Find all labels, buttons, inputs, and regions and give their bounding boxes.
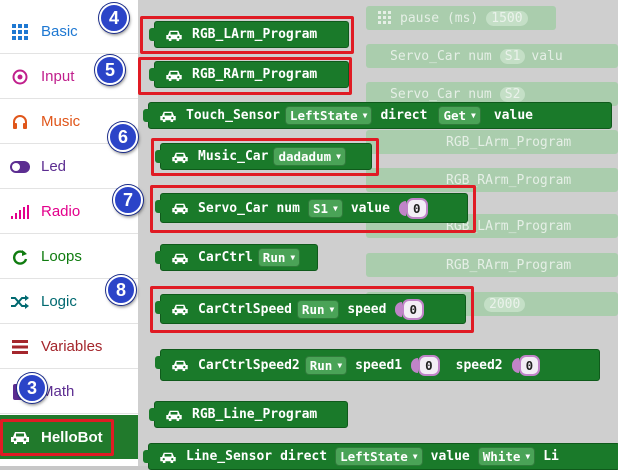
line-color-dropdown[interactable]: White ▼ bbox=[477, 447, 536, 466]
carctrlspeed2-mode-dropdown[interactable]: Run ▼ bbox=[304, 355, 348, 375]
highlight-hellobot bbox=[0, 419, 114, 456]
socket-notch bbox=[411, 357, 419, 373]
category-label: Input bbox=[41, 68, 75, 85]
dropdown-arrow-icon: ▼ bbox=[412, 452, 418, 461]
dropdown-value: Get bbox=[443, 108, 467, 123]
touch-state-dropdown[interactable]: LeftState ▼ bbox=[284, 106, 373, 125]
block-label: Touch_Sensor bbox=[186, 108, 280, 123]
block-keyword: direct bbox=[380, 108, 428, 123]
number-input[interactable]: 0 bbox=[518, 354, 541, 376]
car-icon bbox=[172, 253, 188, 264]
highlight-music-car bbox=[151, 138, 379, 176]
carctrl-mode-dropdown[interactable]: Run ▼ bbox=[257, 248, 301, 267]
speed2-value-input[interactable]: 0 bbox=[511, 354, 541, 376]
refresh-icon bbox=[8, 246, 32, 268]
block-keyword: Li bbox=[543, 449, 559, 464]
highlight-rarm bbox=[138, 57, 352, 95]
dropdown-arrow-icon: ▼ bbox=[471, 111, 476, 120]
block-keyword: speed1 bbox=[355, 357, 403, 373]
block-label: Line_Sensor bbox=[186, 449, 273, 464]
step-badge: 7 bbox=[113, 185, 143, 215]
dropdown-arrow-icon: ▼ bbox=[337, 360, 343, 370]
touch-action-dropdown[interactable]: Get ▼ bbox=[438, 106, 481, 125]
socket-notch bbox=[511, 357, 519, 373]
car-icon bbox=[166, 410, 182, 421]
dropdown-value: LeftState bbox=[289, 108, 358, 123]
block-label: CarCtrlSpeed2 bbox=[198, 357, 300, 373]
car-icon bbox=[172, 360, 188, 371]
car-icon bbox=[160, 452, 176, 463]
grid-icon bbox=[8, 21, 32, 43]
shuffle-icon bbox=[8, 291, 32, 313]
number-input[interactable]: 0 bbox=[418, 354, 440, 376]
block-keyword: value bbox=[430, 449, 470, 464]
highlight-carctrlspeed bbox=[150, 286, 474, 333]
dropdown-value: Run bbox=[309, 357, 333, 373]
block-keyword: speed2 bbox=[455, 357, 503, 373]
category-label: Basic bbox=[41, 23, 78, 40]
step-badge: 6 bbox=[108, 122, 138, 152]
headphones-icon bbox=[8, 111, 32, 133]
target-icon bbox=[8, 66, 32, 88]
block-keyword: value bbox=[493, 108, 533, 123]
step-badge: 4 bbox=[99, 3, 129, 33]
line-state-dropdown[interactable]: LeftState ▼ bbox=[335, 447, 423, 466]
carctrl-block[interactable]: CarCtrl Run ▼ bbox=[155, 244, 318, 271]
category-variables[interactable]: Variables bbox=[0, 325, 138, 369]
dropdown-value: LeftState bbox=[340, 449, 408, 464]
block-label: CarCtrl bbox=[198, 250, 253, 265]
touch-sensor-block[interactable]: Touch_Sensor LeftState ▼ direct Get ▼ valu… bbox=[143, 102, 612, 129]
highlight-servo-car bbox=[150, 185, 476, 233]
category-loops[interactable]: Loops bbox=[0, 235, 138, 279]
car-icon bbox=[160, 111, 176, 122]
dropdown-arrow-icon: ▼ bbox=[525, 452, 531, 461]
category-led[interactable]: Led bbox=[0, 145, 138, 189]
dropdown-arrow-icon: ▼ bbox=[290, 253, 296, 262]
dropdown-arrow-icon: ▼ bbox=[362, 111, 368, 120]
carctrlspeed2-block[interactable]: CarCtrlSpeed2 Run ▼ speed1 0 speed2 0 bbox=[155, 349, 600, 381]
category-label: Music bbox=[41, 113, 81, 130]
signal-bars-icon bbox=[8, 201, 32, 223]
toggle-icon bbox=[8, 156, 32, 178]
block-label: RGB_Line_Program bbox=[192, 407, 318, 422]
step-badge: 3 bbox=[17, 373, 47, 403]
step-badge: 8 bbox=[106, 275, 136, 305]
category-label: Led bbox=[41, 158, 67, 175]
highlight-larm bbox=[140, 16, 354, 54]
dropdown-value: White bbox=[482, 449, 521, 464]
step-badge: 5 bbox=[95, 55, 125, 85]
category-label: Loops bbox=[41, 248, 82, 265]
category-label: Radio bbox=[41, 203, 81, 220]
block-keyword: direct bbox=[280, 449, 328, 464]
speed1-value-input[interactable]: 0 bbox=[411, 354, 440, 376]
dropdown-value: Run bbox=[262, 250, 286, 265]
rgb-line-program-block[interactable]: RGB_Line_Program bbox=[149, 401, 348, 428]
list-lines-icon bbox=[8, 336, 32, 358]
category-label: Variables bbox=[41, 338, 103, 355]
category-label: Logic bbox=[41, 293, 77, 310]
